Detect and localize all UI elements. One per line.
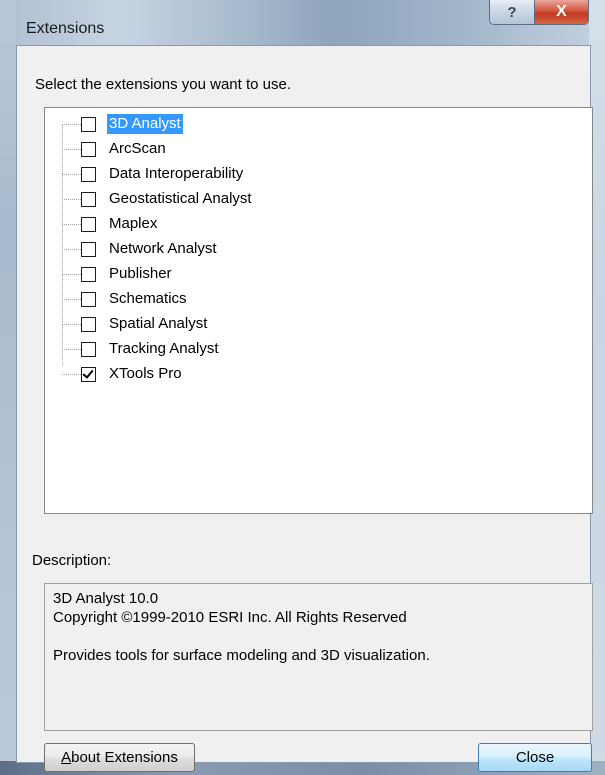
- extension-item[interactable]: Maplex: [62, 212, 159, 236]
- instruction-text: Select the extensions you want to use.: [35, 76, 291, 93]
- window-title: Extensions: [26, 20, 105, 37]
- close-button[interactable]: Close: [478, 743, 592, 772]
- tree-branch-line: [62, 173, 83, 175]
- extension-label[interactable]: ArcScan: [107, 139, 168, 159]
- extension-checkbox[interactable]: [81, 116, 96, 132]
- extension-label[interactable]: Network Analyst: [107, 239, 219, 259]
- extension-item[interactable]: Publisher: [62, 262, 174, 286]
- close-icon: X: [556, 3, 567, 20]
- extension-checkbox[interactable]: [81, 341, 96, 357]
- extension-item[interactable]: Schematics: [62, 287, 189, 311]
- extension-label[interactable]: Publisher: [107, 264, 174, 284]
- tree-branch-line: [62, 248, 83, 250]
- extension-checkbox[interactable]: [81, 291, 96, 307]
- window-close-button[interactable]: X: [535, 0, 588, 24]
- extension-item[interactable]: 3D Analyst: [62, 112, 183, 136]
- tree-branch-line: [62, 373, 83, 375]
- extension-checkbox[interactable]: [81, 316, 96, 332]
- extension-label[interactable]: Data Interoperability: [107, 164, 245, 184]
- tree-branch-line: [62, 148, 83, 150]
- extension-item[interactable]: Tracking Analyst: [62, 337, 221, 361]
- title-bar-controls: ? X: [489, 0, 589, 25]
- extension-item[interactable]: Network Analyst: [62, 237, 219, 261]
- extension-label[interactable]: 3D Analyst: [107, 114, 183, 134]
- tree-branch-line: [62, 123, 83, 125]
- description-version: 3D Analyst 10.0: [53, 590, 159, 607]
- description-box: 3D Analyst 10.0 Copyright ©1999-2010 ESR…: [44, 583, 593, 731]
- extension-label[interactable]: Spatial Analyst: [107, 314, 209, 334]
- extension-label[interactable]: XTools Pro: [107, 364, 184, 384]
- extension-label[interactable]: Geostatistical Analyst: [107, 189, 254, 209]
- dialog-client-area: Select the extensions you want to use. 3…: [16, 45, 593, 772]
- about-extensions-button[interactable]: About Extensions: [44, 743, 195, 772]
- description-copyright: Copyright ©1999-2010 ESRI Inc. All Right…: [53, 609, 407, 626]
- extension-label[interactable]: Tracking Analyst: [107, 339, 221, 359]
- extension-item[interactable]: Data Interoperability: [62, 162, 245, 186]
- description-label: Description:: [32, 552, 112, 569]
- help-icon: ?: [507, 3, 517, 21]
- tree-branch-line: [62, 348, 83, 350]
- tree-branch-line: [62, 223, 83, 225]
- about-extensions-mnemonic: A: [61, 749, 72, 766]
- description-summary: Provides tools for surface modeling and …: [53, 647, 430, 664]
- extension-label[interactable]: Maplex: [107, 214, 159, 234]
- extension-checkbox[interactable]: [81, 366, 96, 382]
- extension-item[interactable]: Spatial Analyst: [62, 312, 209, 336]
- help-button[interactable]: ?: [490, 0, 535, 24]
- extension-checkbox[interactable]: [81, 191, 96, 207]
- extension-item[interactable]: Geostatistical Analyst: [62, 187, 254, 211]
- extension-checkbox[interactable]: [81, 241, 96, 257]
- extension-checkbox[interactable]: [81, 166, 96, 182]
- tree-branch-line: [62, 198, 83, 200]
- extension-item[interactable]: XTools Pro: [62, 362, 184, 386]
- window-frame-left: [0, 0, 16, 775]
- extension-checkbox[interactable]: [81, 141, 96, 157]
- extension-checkbox[interactable]: [81, 266, 96, 282]
- tree-branch-line: [62, 323, 83, 325]
- extensions-list[interactable]: 3D Analyst ArcScan Data Interoperability Ge…: [44, 107, 593, 514]
- about-extensions-label: bout Extensions: [71, 749, 178, 766]
- extension-checkbox[interactable]: [81, 216, 96, 232]
- extension-label[interactable]: Schematics: [107, 289, 189, 309]
- tree-branch-line: [62, 273, 83, 275]
- tree-branch-line: [62, 298, 83, 300]
- extension-item[interactable]: ArcScan: [62, 137, 168, 161]
